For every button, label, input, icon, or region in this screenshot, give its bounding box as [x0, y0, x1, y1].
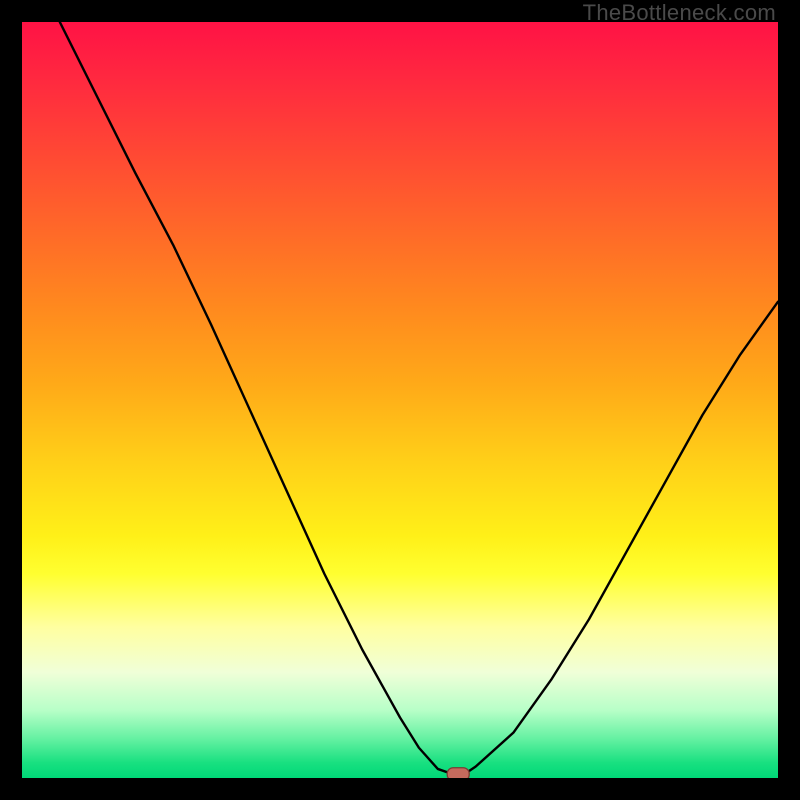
chart-frame: TheBottleneck.com [0, 0, 800, 800]
plot-area [22, 22, 778, 778]
watermark-text: TheBottleneck.com [583, 0, 776, 26]
